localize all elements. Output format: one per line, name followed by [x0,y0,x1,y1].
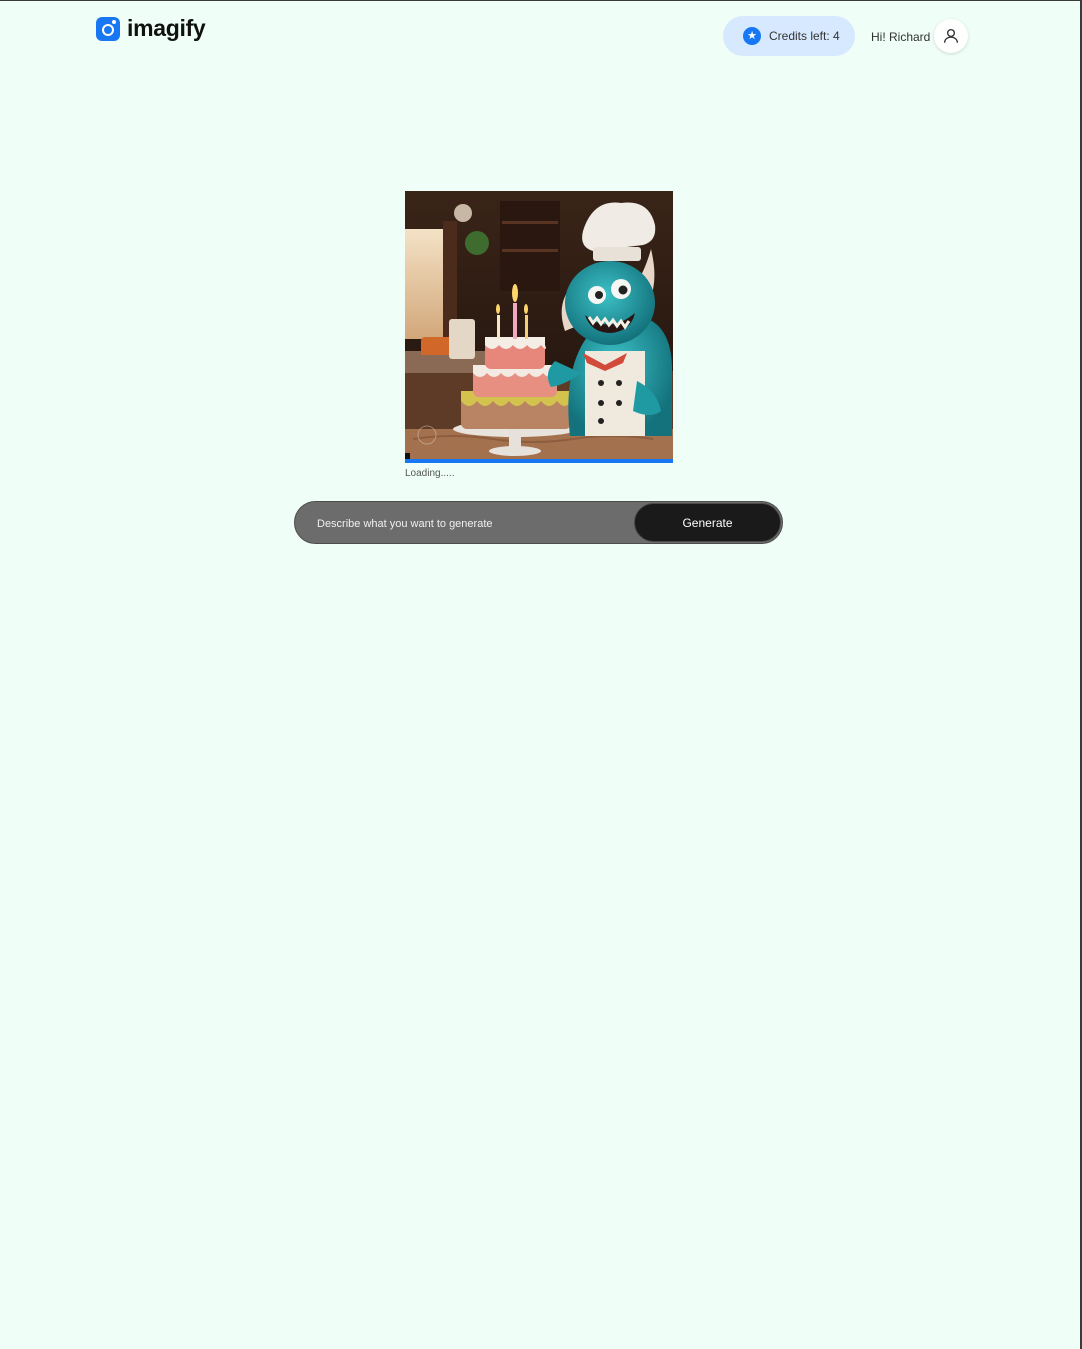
star-icon: ★ [743,27,761,45]
user-greeting: Hi! Richard [871,30,931,44]
app-logo[interactable]: imagify [96,15,206,42]
top-navbar: imagify ★ Credits left: 4 Hi! Richard [0,1,1080,71]
logo-text: imagify [127,15,206,41]
progress-bar [405,459,673,463]
user-icon [943,28,959,43]
logo-icon [96,16,120,41]
generated-image [405,191,673,463]
credits-button[interactable]: ★ Credits left: 4 [723,16,855,56]
loading-text: Loading..... [405,468,455,479]
prompt-input[interactable] [315,502,619,545]
generate-button[interactable]: Generate [634,503,781,542]
generated-image-art [405,191,673,463]
user-avatar[interactable] [934,19,968,53]
prompt-form: Generate [294,501,783,545]
credits-label: Credits left: 4 [769,29,840,43]
